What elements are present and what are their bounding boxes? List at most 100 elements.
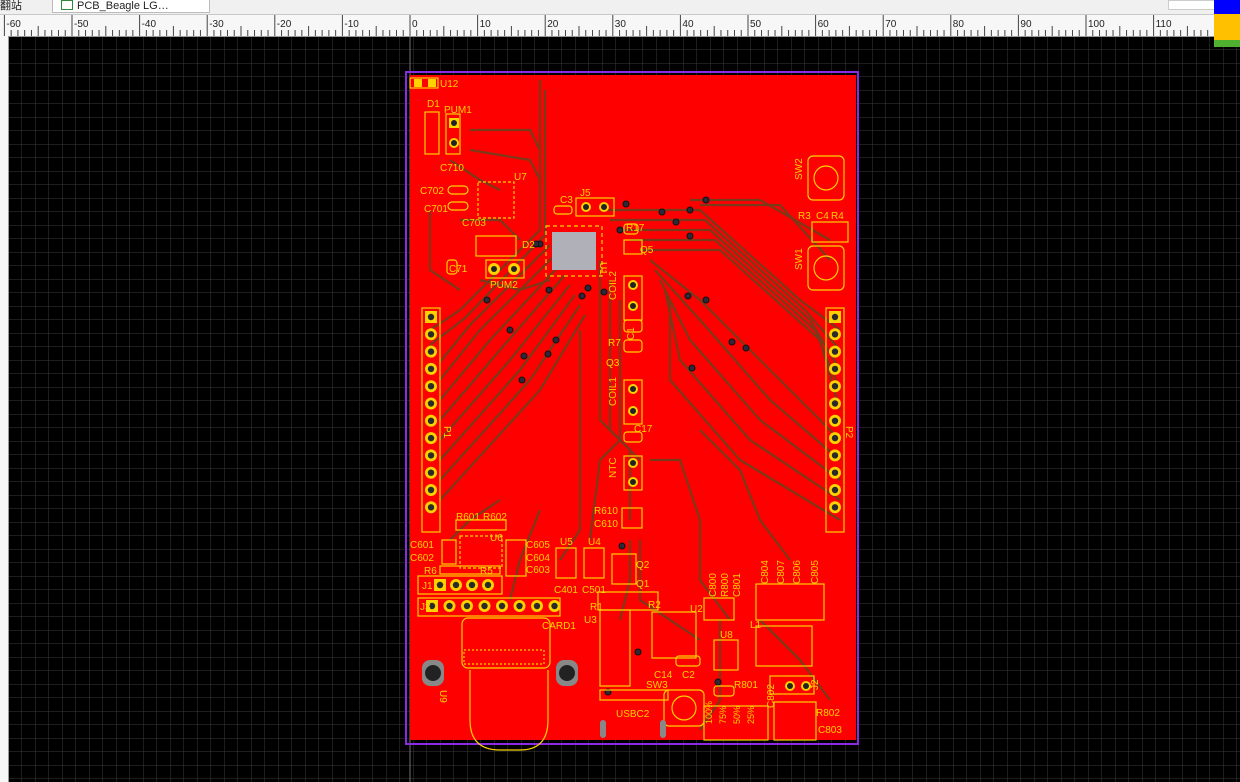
label-c800: C800 bbox=[708, 573, 719, 597]
label-r4: R4 bbox=[831, 211, 844, 222]
pcb-canvas[interactable]: U12 D1 PUM1 C710 C702 C701 U7 C703 C3 J5… bbox=[8, 36, 1240, 782]
label-c802: C802 bbox=[766, 684, 777, 708]
label-c803: C803 bbox=[818, 725, 842, 736]
pin-hole bbox=[831, 434, 839, 442]
label-p1: P1 bbox=[441, 426, 452, 439]
label-r1: R1 bbox=[590, 602, 603, 613]
pin-hole bbox=[516, 602, 523, 610]
label-u7: U7 bbox=[514, 172, 527, 183]
pin-hole bbox=[427, 486, 435, 494]
ruler-label: -40 bbox=[142, 19, 157, 30]
label-led75: 75% bbox=[718, 706, 728, 724]
pin-hole bbox=[427, 434, 435, 442]
label-c702: C702 bbox=[420, 186, 444, 197]
layer-swatch-green[interactable] bbox=[1214, 40, 1240, 47]
label-c71: C71 bbox=[449, 264, 468, 275]
ruler-label: 80 bbox=[953, 19, 965, 30]
ruler-label: -10 bbox=[344, 19, 359, 30]
label-card1: CARD1 bbox=[542, 621, 576, 632]
left-tab-label[interactable]: 翻站 bbox=[0, 0, 22, 12]
pin-hole bbox=[427, 452, 435, 459]
pin-hole bbox=[446, 602, 453, 610]
pin-hole bbox=[831, 417, 839, 424]
label-r802: R802 bbox=[816, 708, 840, 719]
pin-hole bbox=[831, 469, 839, 476]
ruler-label: 50 bbox=[750, 19, 762, 30]
label-c401: C401 bbox=[554, 585, 578, 596]
label-u12: U12 bbox=[440, 79, 459, 90]
pin-hole bbox=[533, 602, 541, 610]
pin-hole bbox=[427, 417, 435, 424]
label-j3: J3 bbox=[420, 602, 431, 613]
pin-hole bbox=[427, 383, 435, 390]
label-led25: 25% bbox=[746, 706, 756, 724]
label-u5: U5 bbox=[560, 537, 573, 548]
label-sw1: SW1 bbox=[794, 248, 805, 270]
label-q5: Q5 bbox=[640, 245, 654, 256]
label-c605: C605 bbox=[526, 540, 550, 551]
label-q1: Q1 bbox=[636, 579, 650, 590]
pin-hole bbox=[481, 602, 488, 610]
label-u4: U4 bbox=[588, 537, 601, 548]
label-c17: C17 bbox=[634, 424, 653, 435]
label-usbc2: USBC2 bbox=[616, 709, 650, 720]
label-c604: C604 bbox=[526, 553, 550, 564]
pin-hole bbox=[831, 348, 839, 355]
label-r800: R800 bbox=[720, 573, 731, 597]
pin-hole bbox=[427, 365, 435, 373]
label-sw3: SW3 bbox=[646, 680, 668, 691]
pin-hole bbox=[831, 452, 839, 459]
label-j5: J5 bbox=[580, 188, 591, 199]
label-c807: C807 bbox=[776, 560, 787, 584]
document-tab-label: PCB_Beagle LG… bbox=[77, 0, 169, 12]
label-j1: J1 bbox=[422, 581, 433, 592]
label-u1: U1 bbox=[597, 262, 608, 275]
label-c701: C701 bbox=[424, 204, 448, 215]
label-c703: C703 bbox=[462, 218, 486, 229]
layer-swatch-blue[interactable] bbox=[1214, 0, 1240, 14]
pcb-document-icon bbox=[61, 0, 73, 10]
label-coil1: COIL1 bbox=[608, 377, 619, 406]
label-c610: C610 bbox=[594, 519, 618, 530]
label-u3: U3 bbox=[584, 615, 597, 626]
title-bar: 翻站 PCB_Beagle LG… bbox=[0, 0, 1240, 15]
pin-hole bbox=[436, 581, 444, 589]
layer-swatch-orange[interactable] bbox=[1214, 14, 1240, 40]
pin-hole bbox=[831, 365, 839, 373]
label-pum1: PUM1 bbox=[444, 105, 472, 116]
label-c602: C602 bbox=[410, 553, 434, 564]
label-c805: C805 bbox=[810, 560, 821, 584]
pin-hole bbox=[831, 383, 839, 390]
ruler-label: 40 bbox=[682, 19, 694, 30]
pin-hole bbox=[468, 581, 476, 589]
ruler-label: -20 bbox=[277, 19, 292, 30]
ruler-label: 60 bbox=[818, 19, 830, 30]
label-c501: C501 bbox=[582, 585, 606, 596]
label-u9: U9 bbox=[437, 690, 448, 703]
ruler-label: 10 bbox=[480, 19, 492, 30]
pin-hole bbox=[463, 602, 471, 610]
label-ntc: NTC bbox=[608, 457, 619, 478]
document-tab[interactable]: PCB_Beagle LG… bbox=[52, 0, 210, 13]
pin-hole bbox=[831, 486, 839, 494]
label-r801: R801 bbox=[734, 680, 758, 691]
ruler-label: -60 bbox=[6, 19, 21, 30]
pin-hole bbox=[831, 313, 839, 321]
ruler-label: 70 bbox=[885, 19, 897, 30]
layer-selector-box[interactable] bbox=[1168, 0, 1216, 10]
pin-hole bbox=[427, 331, 435, 338]
label-r5: R5 bbox=[480, 566, 493, 577]
pcb-drawing[interactable]: U12 D1 PUM1 C710 C702 C701 U7 C703 C3 J5… bbox=[8, 36, 1240, 782]
ruler-label: 0 bbox=[412, 19, 418, 30]
label-l1: L1 bbox=[750, 620, 762, 631]
label-q3: Q3 bbox=[606, 358, 620, 369]
label-c2: C2 bbox=[682, 670, 695, 681]
label-r2: R2 bbox=[648, 600, 661, 611]
label-sw2: SW2 bbox=[794, 158, 805, 180]
label-coil2: COIL2 bbox=[608, 271, 619, 300]
horizontal-ruler: -60 -50 -40 -30 -20 -10 0 10 20 30 40 50 60 70 80 90 100… bbox=[0, 14, 1240, 37]
label-led50: 50% bbox=[732, 706, 742, 724]
label-led100: 100% bbox=[704, 701, 714, 724]
label-d2: D2 bbox=[522, 240, 535, 251]
pin-hole bbox=[484, 581, 492, 589]
